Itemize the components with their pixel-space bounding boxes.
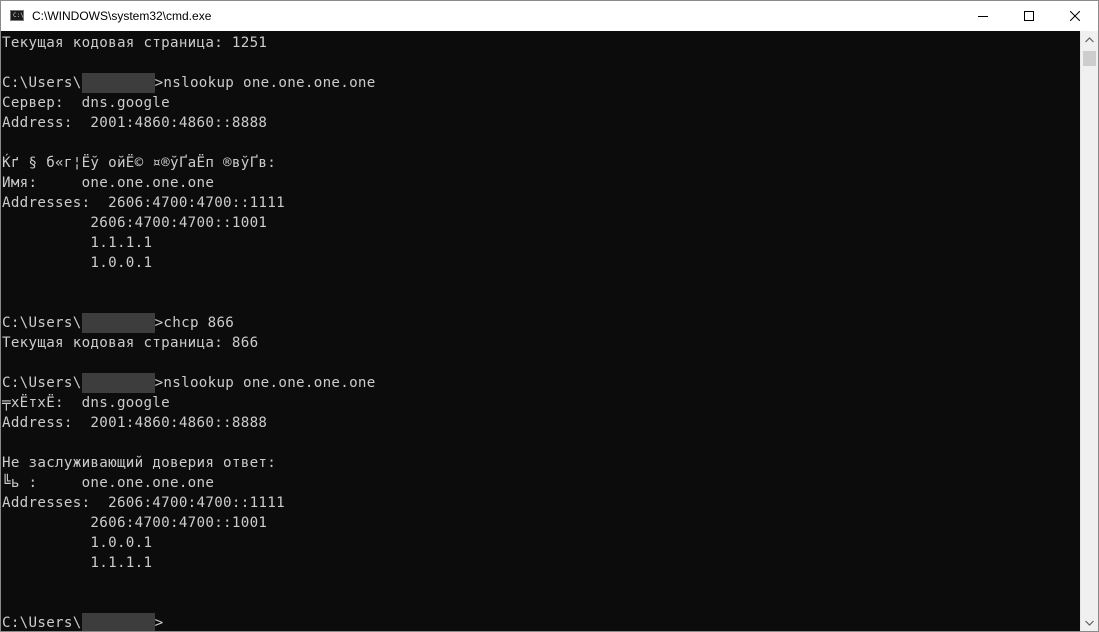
console-line: Addresses: 2606:4700:4700::1111	[2, 495, 285, 511]
console-line: 2606:4700:4700::1001	[2, 215, 268, 231]
redacted-username	[81, 73, 155, 93]
scroll-up-button[interactable]	[1081, 31, 1098, 48]
cmd-app-icon[interactable]: C:\	[10, 10, 24, 21]
close-button[interactable]	[1052, 1, 1098, 31]
vertical-scrollbar[interactable]	[1080, 31, 1098, 631]
prompt-command: >nslookup one.one.one.one	[154, 375, 376, 391]
console-line: Имя: one.one.one.one	[2, 175, 215, 191]
console-line: ╚ь : one.one.one.one	[2, 475, 215, 491]
prompt-command: >	[154, 615, 164, 631]
console-prompt-line: C:\Users\ >nslookup one.one.one.one	[2, 73, 376, 93]
minimize-button[interactable]	[960, 1, 1006, 31]
scroll-down-button[interactable]	[1081, 614, 1098, 631]
console-output[interactable]: Текущая кодовая страница: 1251 C:\Users\ >…	[1, 31, 1081, 631]
prompt-path: C:\Users\	[2, 315, 82, 331]
console-line: Текущая кодовая страница: 866	[2, 335, 259, 351]
maximize-icon	[1024, 11, 1034, 21]
cmd-window: C:\ C:\WINDOWS\system32\cmd.exe Текущая …	[0, 0, 1099, 632]
minimize-icon	[978, 16, 988, 17]
prompt-path: C:\Users\	[2, 75, 82, 91]
console-prompt-line: C:\Users\ >	[2, 613, 163, 631]
close-icon	[1070, 11, 1080, 21]
console-line: Address: 2001:4860:4860::8888	[2, 115, 268, 131]
console-prompt-line: C:\Users\ >chcp 866	[2, 313, 234, 333]
console-line: 1.0.0.1	[2, 255, 153, 271]
redacted-username	[81, 313, 155, 333]
prompt-path: C:\Users\	[2, 615, 82, 631]
console-line: Address: 2001:4860:4860::8888	[2, 415, 268, 431]
console-line: Не заслуживающий доверия ответ:	[2, 455, 277, 471]
maximize-button[interactable]	[1006, 1, 1052, 31]
window-title: C:\WINDOWS\system32\cmd.exe	[32, 9, 212, 23]
console-line: 2606:4700:4700::1001	[2, 515, 268, 531]
redacted-username	[81, 373, 155, 393]
console-line: 1.0.0.1	[2, 535, 153, 551]
scroll-down-arrow-icon	[1085, 620, 1094, 626]
caption-buttons	[960, 1, 1098, 31]
console-line: 1.1.1.1	[2, 235, 153, 251]
scroll-thumb[interactable]	[1083, 51, 1096, 66]
scroll-up-arrow-icon	[1085, 36, 1094, 42]
redacted-username	[81, 613, 155, 631]
console-line: Ќґ § б«г¦Ёў ойЁ© ¤®ўҐаЁп ®вўҐв:	[2, 155, 277, 171]
console-prompt-line: C:\Users\ >nslookup one.one.one.one	[2, 373, 376, 393]
console-line: ╤хЁтхЁ: dns.google	[2, 395, 170, 411]
cmd-app-icon-glyph: C:\	[13, 12, 24, 19]
prompt-command: >chcp 866	[154, 315, 235, 331]
console-line: 1.1.1.1	[2, 555, 153, 571]
title-bar[interactable]: C:\ C:\WINDOWS\system32\cmd.exe	[1, 1, 1098, 31]
console-line: Текущая кодовая страница: 1251	[2, 35, 268, 51]
prompt-path: C:\Users\	[2, 375, 82, 391]
prompt-command: >nslookup one.one.one.one	[154, 75, 376, 91]
console-line: Addresses: 2606:4700:4700::1111	[2, 195, 285, 211]
console-line: Сервер: dns.google	[2, 95, 170, 111]
